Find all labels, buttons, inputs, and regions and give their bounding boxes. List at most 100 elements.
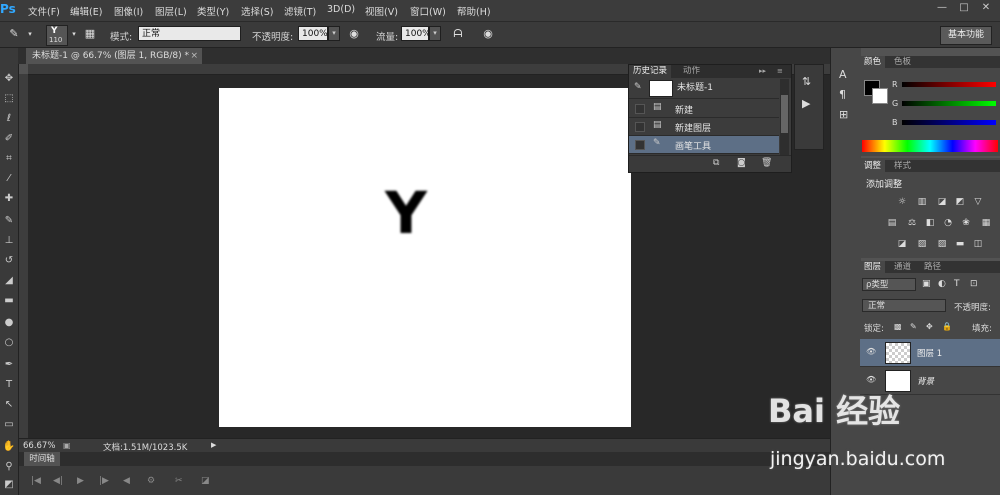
healing-tool-icon[interactable]: ✚: [2, 192, 16, 206]
trash-icon[interactable]: 🗑: [761, 158, 772, 168]
paragraph-panel-icon[interactable]: ¶: [839, 88, 846, 101]
menu-layer[interactable]: 图层(L): [155, 4, 187, 18]
timeline-tab[interactable]: 时间轴: [24, 452, 60, 466]
camera-icon[interactable]: ◙: [737, 158, 746, 168]
first-frame-icon[interactable]: |◀: [31, 476, 41, 486]
new-document-icon[interactable]: ⧉: [713, 158, 719, 168]
selective-color-icon[interactable]: ◫: [972, 238, 984, 250]
tab-color[interactable]: 颜色: [860, 56, 886, 68]
history-scrollbar[interactable]: [780, 79, 789, 155]
color-lookup-icon[interactable]: ▦: [980, 217, 992, 229]
filter-pixel-icon[interactable]: ▣: [922, 279, 931, 289]
history-panel-icon[interactable]: ⇅: [802, 75, 811, 88]
hand-tool-icon[interactable]: ✋: [2, 440, 16, 454]
zoom-level[interactable]: 66.67%: [23, 441, 55, 451]
invert-icon[interactable]: ◪: [896, 238, 908, 250]
black-white-icon[interactable]: ◧: [924, 217, 936, 229]
menu-edit[interactable]: 编辑(E): [70, 4, 102, 18]
filter-adjust-icon[interactable]: ◐: [938, 279, 946, 289]
visibility-eye-icon[interactable]: 👁: [866, 347, 876, 356]
workspace-switcher[interactable]: 基本功能: [940, 26, 992, 45]
document-canvas[interactable]: Y: [219, 88, 631, 427]
tab-adjustments[interactable]: 调整: [860, 160, 886, 172]
visibility-eye-icon[interactable]: 👁: [866, 375, 876, 384]
close-tab-icon[interactable]: ×: [190, 48, 198, 64]
filter-type-icon[interactable]: T: [954, 279, 960, 289]
pen-tool-icon[interactable]: ✒: [2, 358, 16, 372]
airbrush-icon[interactable]: ᗩ: [450, 26, 466, 42]
scrollbar-thumb[interactable]: [781, 95, 788, 133]
brush-tool-icon[interactable]: ✎: [6, 26, 22, 42]
brush-preset-picker[interactable]: Y 110: [46, 25, 68, 46]
background-color-swatch[interactable]: [872, 88, 888, 104]
flow-dropdown-icon[interactable]: ▾: [429, 26, 441, 41]
status-menu-arrow-icon[interactable]: ▶: [211, 441, 216, 449]
lock-paint-icon[interactable]: ✎: [910, 322, 917, 331]
zoom-tool-icon[interactable]: ⚲: [2, 460, 16, 474]
pressure-size-icon[interactable]: ◉: [480, 26, 496, 42]
transition-icon[interactable]: ◪: [201, 476, 210, 486]
gradient-tool-icon[interactable]: ▬: [2, 294, 16, 308]
history-source-checkbox[interactable]: [635, 140, 645, 150]
flow-input[interactable]: 100%: [401, 26, 431, 41]
brush-tool-icon[interactable]: ✎: [2, 214, 16, 228]
crop-tool-icon[interactable]: ⌗: [2, 152, 16, 166]
lasso-tool-icon[interactable]: ℓ: [2, 112, 16, 126]
brush-panel-toggle-icon[interactable]: ▦: [82, 26, 98, 42]
properties-panel-icon[interactable]: ⊞: [839, 108, 848, 121]
history-brush-source-icon[interactable]: ✎: [634, 82, 646, 94]
threshold-icon[interactable]: ▨: [936, 238, 948, 250]
type-tool-icon[interactable]: T: [2, 378, 16, 392]
tab-history[interactable]: 历史记录: [629, 65, 672, 78]
tab-swatches[interactable]: 色板: [890, 56, 915, 68]
minimize-button[interactable]: —: [932, 2, 952, 16]
menu-view[interactable]: 视图(V): [365, 4, 398, 18]
prev-frame-icon[interactable]: ◀|: [53, 476, 63, 486]
color-swatch-icon[interactable]: ◩: [2, 478, 16, 492]
opacity-input[interactable]: 100%: [298, 26, 328, 41]
status-info-icon[interactable]: ▣: [63, 441, 71, 450]
history-item[interactable]: ▤ 新建图层: [629, 118, 779, 136]
play-icon[interactable]: ▶: [77, 476, 84, 486]
quick-select-tool-icon[interactable]: ✐: [2, 132, 16, 146]
move-tool-icon[interactable]: ✥: [2, 72, 16, 86]
character-panel-icon[interactable]: A: [839, 68, 847, 81]
menu-image[interactable]: 图像(I): [114, 4, 143, 18]
color-spectrum[interactable]: [862, 140, 998, 152]
history-item[interactable]: ▤ 新建: [629, 100, 779, 118]
menu-window[interactable]: 窗口(W): [410, 4, 446, 18]
posterize-icon[interactable]: ▨: [916, 238, 928, 250]
dodge-tool-icon[interactable]: ○: [2, 336, 16, 350]
close-button[interactable]: ✕: [976, 2, 996, 16]
menu-select[interactable]: 选择(S): [241, 4, 273, 18]
brush-picker-arrow-icon[interactable]: ▾: [66, 26, 82, 42]
layer-filter-select[interactable]: ρ类型: [862, 278, 916, 291]
maximize-button[interactable]: □: [954, 2, 974, 16]
panel-menu-icon[interactable]: ≡: [773, 65, 787, 78]
chevron-down-icon[interactable]: ▾: [22, 26, 38, 42]
menu-filter[interactable]: 滤镜(T): [284, 4, 316, 18]
blend-mode-select[interactable]: 正常: [862, 299, 946, 312]
lock-all-icon[interactable]: 🔒: [942, 322, 952, 331]
exposure-icon[interactable]: ◩: [954, 196, 966, 208]
lock-transparent-icon[interactable]: ▩: [894, 322, 902, 331]
path-select-tool-icon[interactable]: ↖: [2, 398, 16, 412]
blur-tool-icon[interactable]: ●: [2, 316, 16, 330]
tab-layers[interactable]: 图层: [860, 261, 886, 273]
eyedropper-tool-icon[interactable]: ⁄: [2, 172, 16, 186]
filter-shape-icon[interactable]: ⊡: [970, 279, 978, 289]
eraser-tool-icon[interactable]: ◢: [2, 274, 16, 288]
lock-move-icon[interactable]: ✥: [926, 322, 933, 331]
channel-mixer-icon[interactable]: ❀: [960, 217, 972, 229]
tab-styles[interactable]: 样式: [890, 160, 915, 172]
mode-select[interactable]: 正常: [138, 26, 241, 41]
tab-actions[interactable]: 动作: [679, 65, 704, 78]
panel-collapse-icon[interactable]: ▸▸: [755, 65, 770, 78]
layer-row-selected[interactable]: 👁 图层 1: [860, 339, 1000, 367]
history-source-checkbox[interactable]: [635, 122, 645, 132]
marquee-tool-icon[interactable]: ⬚: [2, 92, 16, 106]
history-source-checkbox[interactable]: [635, 104, 645, 114]
hue-sat-icon[interactable]: ▤: [886, 217, 898, 229]
curves-icon[interactable]: ◪: [936, 196, 948, 208]
vibrance-icon[interactable]: ▽: [972, 196, 984, 208]
